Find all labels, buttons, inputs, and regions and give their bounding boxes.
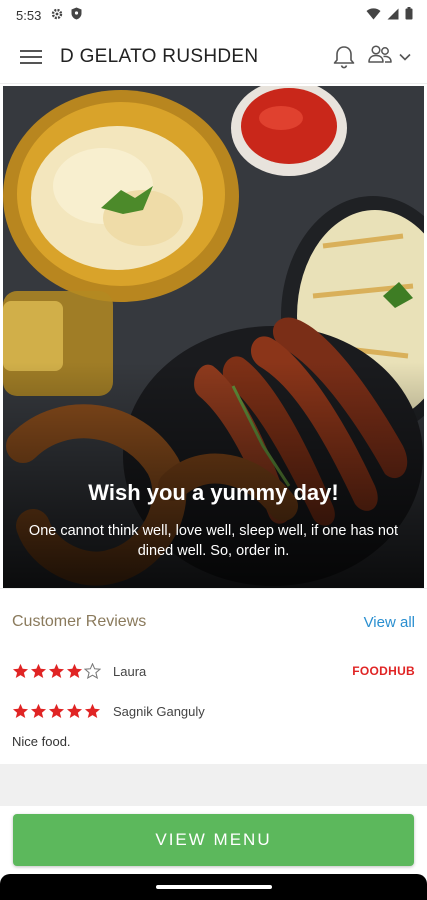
hero-subtitle: One cannot think well, love well, sleep … (28, 523, 399, 559)
star-filled-icon (12, 663, 29, 678)
star-rating (12, 703, 101, 719)
users-icon (367, 44, 393, 69)
star-filled-icon (30, 703, 47, 718)
star-filled-icon (48, 663, 65, 678)
review-text: Nice food. (12, 734, 71, 749)
hero-title: Wish you a yummy day! (88, 480, 339, 505)
status-bar: 5:53 (0, 0, 427, 30)
reviewer-name: Laura (113, 663, 147, 679)
reviews-title: Customer Reviews (12, 613, 147, 630)
shield-icon (71, 7, 82, 23)
hero-overlay (3, 86, 424, 588)
bell-icon[interactable] (333, 45, 355, 69)
wifi-icon (366, 7, 381, 23)
hamburger-menu-icon[interactable] (16, 42, 46, 72)
review-item: Sagnik Ganguly (12, 703, 415, 719)
star-filled-icon (30, 663, 47, 678)
star-filled-icon (48, 703, 65, 718)
settings-gear-icon (51, 8, 63, 23)
app-bar: D GELATO RUSHDEN (0, 30, 427, 84)
view-all-link[interactable]: View all (364, 614, 415, 631)
star-filled-icon (84, 703, 101, 718)
battery-icon (405, 7, 413, 23)
gesture-nav-bar (0, 874, 427, 900)
user-account-dropdown[interactable] (367, 44, 411, 69)
app-title: D GELATO RUSHDEN (60, 45, 259, 67)
section-divider (0, 764, 427, 806)
cell-signal-icon (387, 8, 399, 23)
status-time: 5:53 (16, 7, 42, 23)
star-rating (12, 663, 101, 679)
hero-banner (3, 86, 424, 588)
home-gesture-handle[interactable] (156, 885, 272, 889)
review-item: Laura FOODHUB (12, 663, 415, 679)
chevron-down-icon (399, 48, 411, 66)
view-menu-button[interactable]: VIEW MENU (13, 814, 414, 866)
customer-reviews-section: Customer Reviews View all Laura FOODHUB … (0, 588, 427, 764)
review-source-badge: FOODHUB (352, 664, 415, 678)
star-filled-icon (12, 703, 29, 718)
star-filled-icon (66, 703, 83, 718)
star-filled-icon (66, 663, 83, 678)
star-empty-icon (84, 663, 101, 679)
reviewer-name: Sagnik Ganguly (113, 703, 205, 719)
